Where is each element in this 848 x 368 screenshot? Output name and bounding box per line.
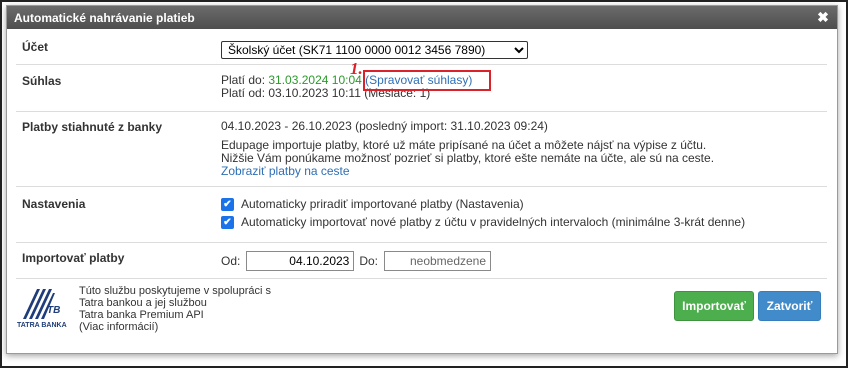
settings-content: ✔ Automaticky priradiť importované platb… bbox=[221, 195, 745, 231]
consent-label: Súhlas bbox=[22, 74, 62, 88]
downloaded-content: 04.10.2023 - 26.10.2023 (posledný import… bbox=[221, 120, 714, 178]
dialog-title: Automatické nahrávanie platieb bbox=[14, 10, 195, 25]
downloaded-payments-row: Platby stiahnuté z banky 04.10.2023 - 26… bbox=[16, 112, 827, 187]
import-button[interactable]: Importovať bbox=[674, 291, 754, 321]
settings-label: Nastavenia bbox=[22, 197, 86, 211]
setting-auto-import-label: Automaticky importovať nové platby z účt… bbox=[241, 215, 746, 229]
valid-to-date: 31.03.2024 10:04 bbox=[268, 73, 362, 87]
account-select[interactable]: Školský účet (SK71 1100 0000 0012 3456 7… bbox=[221, 41, 528, 59]
footer-info-line-2: Tatra bankou a jej službou bbox=[79, 297, 207, 309]
logo-text: TATRA BANKA bbox=[17, 322, 67, 329]
footer-info-line-1: Túto službu poskytujeme v spolupráci s bbox=[79, 285, 271, 297]
import-payments-label: Importovať platby bbox=[22, 251, 125, 265]
valid-to-prefix: Platí do: bbox=[221, 73, 266, 87]
dialog-footer: TB TATRA BANKA Túto službu poskytujeme v… bbox=[16, 285, 827, 345]
annotation-number: 1. bbox=[350, 59, 363, 78]
show-payments-on-way-link[interactable]: Zobraziť platby na ceste bbox=[221, 164, 350, 178]
import-payments-row: Importovať platby Od: Do: bbox=[16, 243, 827, 279]
dialog-titlebar: Automatické nahrávanie platieb ✖ bbox=[7, 6, 837, 29]
import-range: 04.10.2023 - 26.10.2023 (posledný import… bbox=[221, 119, 548, 133]
close-button[interactable]: Zatvoriť bbox=[758, 291, 821, 321]
account-label: Účet bbox=[22, 40, 49, 54]
logo-mark: TB bbox=[47, 305, 61, 316]
to-label: Do: bbox=[359, 254, 379, 268]
footer-info-more-link[interactable]: (Viac informácií) bbox=[79, 321, 271, 333]
to-date-input[interactable] bbox=[384, 251, 492, 271]
auto-payment-import-dialog: Automatické nahrávanie platieb ✖ Účet Šk… bbox=[6, 5, 838, 354]
import-dates: Od: Do: bbox=[221, 251, 492, 271]
tatra-banka-logo: TB TATRA BANKA bbox=[17, 285, 67, 339]
setting-auto-assign-label: Automaticky priradiť importované platby … bbox=[241, 197, 524, 211]
close-icon[interactable]: ✖ bbox=[815, 9, 831, 25]
annotation-highlight-box bbox=[363, 70, 491, 91]
setting-auto-assign[interactable]: ✔ Automaticky priradiť importované platb… bbox=[221, 195, 745, 213]
account-select-wrapper: Školský účet (SK71 1100 0000 0012 3456 7… bbox=[221, 41, 528, 59]
footer-info: Túto službu poskytujeme v spolupráci s T… bbox=[79, 285, 271, 333]
settings-row: Nastavenia ✔ Automaticky priradiť import… bbox=[16, 187, 827, 243]
setting-auto-import[interactable]: ✔ Automaticky importovať nové platby z ú… bbox=[221, 213, 745, 231]
from-date-input[interactable] bbox=[246, 251, 355, 271]
checkbox-checked-icon[interactable]: ✔ bbox=[221, 197, 234, 211]
checkbox-checked-icon[interactable]: ✔ bbox=[221, 215, 234, 229]
account-row: Účet Školský účet (SK71 1100 0000 0012 3… bbox=[16, 29, 827, 65]
footer-info-line-3: Tatra banka Premium API bbox=[79, 309, 204, 321]
downloaded-label: Platby stiahnuté z banky bbox=[22, 120, 163, 134]
consent-row: Súhlas Platí do: 31.03.2024 10:04 (Sprav… bbox=[16, 59, 827, 112]
from-label: Od: bbox=[221, 254, 241, 268]
